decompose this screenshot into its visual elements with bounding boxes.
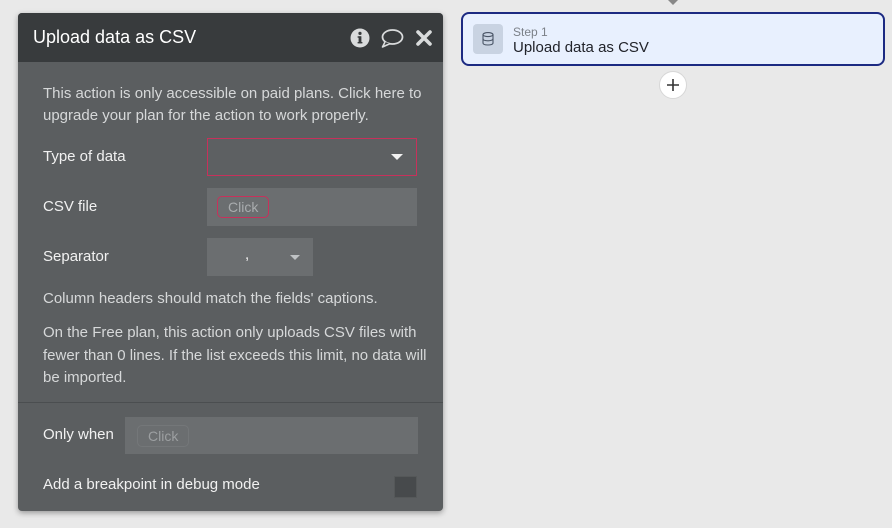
chevron-down-icon xyxy=(391,154,403,160)
comment-icon[interactable] xyxy=(380,26,404,50)
separator-dropdown[interactable]: , xyxy=(207,238,313,276)
add-step-button[interactable] xyxy=(659,71,687,99)
csv-file-label: CSV file xyxy=(43,198,98,215)
step-number: Step 1 xyxy=(513,25,548,39)
info-icon[interactable] xyxy=(348,26,372,50)
panel-title: Upload data as CSV xyxy=(33,27,197,47)
headers-note: Column headers should match the fields' … xyxy=(43,290,378,307)
header-icons xyxy=(340,26,436,50)
separator-value: , xyxy=(245,246,250,263)
panel-header: Upload data as CSV xyxy=(18,13,443,62)
csv-file-input[interactable]: Click xyxy=(207,188,417,226)
breakpoint-checkbox[interactable] xyxy=(394,476,417,498)
workflow-connector-notch xyxy=(668,0,678,5)
csv-file-click-pill[interactable]: Click xyxy=(217,196,270,218)
upgrade-notice[interactable]: This action is only accessible on paid p… xyxy=(43,83,428,127)
only-when-label: Only when xyxy=(43,426,114,443)
free-plan-note: On the Free plan, this action only uploa… xyxy=(43,324,427,386)
only-when-click-pill[interactable]: Click xyxy=(137,425,190,447)
workflow-step-card[interactable]: Step 1 Upload data as CSV xyxy=(461,12,885,66)
only-when-input[interactable]: Click xyxy=(125,417,418,454)
breakpoint-label: Add a breakpoint in debug mode xyxy=(43,476,260,493)
type-of-data-dropdown[interactable] xyxy=(207,138,417,176)
database-icon xyxy=(473,24,503,54)
plus-icon xyxy=(667,79,679,91)
type-of-data-label: Type of data xyxy=(43,148,126,165)
close-icon[interactable] xyxy=(412,26,436,50)
section-divider xyxy=(18,402,443,403)
separator-label: Separator xyxy=(43,248,109,265)
action-property-editor: Upload data as CSV This action is only a… xyxy=(18,13,443,511)
step-name: Upload data as CSV xyxy=(513,39,649,56)
chevron-down-icon xyxy=(290,255,300,260)
